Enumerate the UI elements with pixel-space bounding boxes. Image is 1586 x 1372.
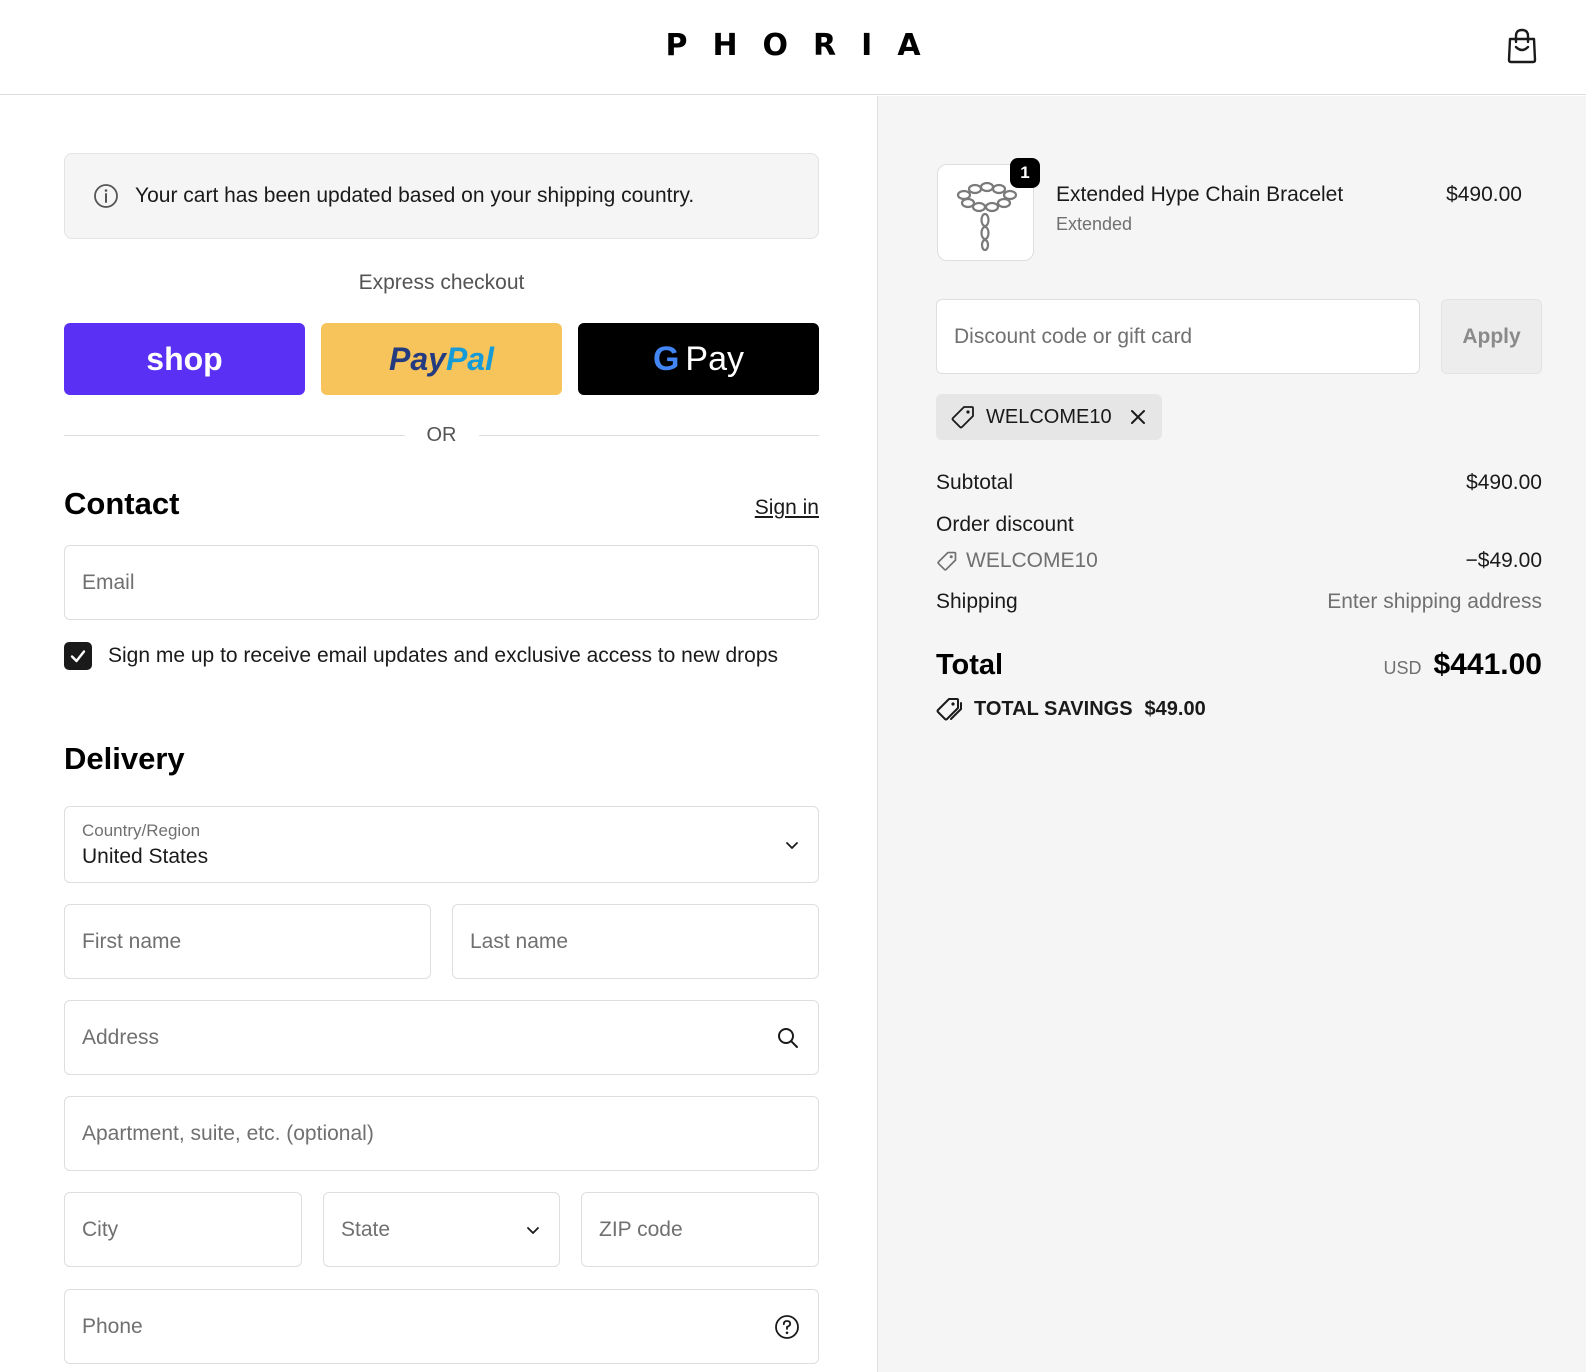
first-name-placeholder: First name	[82, 929, 182, 953]
delivery-title: Delivery	[64, 741, 185, 776]
shopping-bag-icon	[1507, 28, 1537, 64]
order-discount-row: Order discount	[936, 513, 1542, 537]
newsletter-checkbox[interactable]	[64, 642, 92, 670]
header: PHORIA	[0, 0, 1586, 95]
google-pay-button[interactable]: G Pay	[578, 323, 819, 395]
shipping-value: Enter shipping address	[1327, 590, 1542, 613]
cart-button[interactable]	[1505, 28, 1539, 64]
checkmark-icon	[70, 650, 86, 663]
discount-code-input[interactable]: Discount code or gift card	[936, 299, 1420, 374]
address-field[interactable]: Address	[64, 1000, 819, 1075]
state-placeholder: State	[341, 1217, 391, 1241]
store-logo[interactable]: PHORIA	[0, 28, 1586, 63]
help-icon[interactable]	[774, 1314, 800, 1340]
shop-pay-label: shop	[146, 340, 223, 377]
city-placeholder: City	[82, 1217, 119, 1241]
zip-placeholder: ZIP code	[599, 1217, 683, 1241]
or-divider: OR	[64, 420, 819, 450]
savings-label: TOTAL SAVINGS	[974, 697, 1133, 720]
first-name-field[interactable]: First name	[64, 904, 431, 979]
city-field[interactable]: City	[64, 1192, 302, 1267]
shop-pay-button[interactable]: shop	[64, 323, 305, 395]
email-placeholder: Email	[82, 570, 135, 594]
close-icon[interactable]	[1128, 407, 1148, 427]
phone-field[interactable]: Phone	[64, 1289, 819, 1364]
country-label: Country/Region	[82, 821, 201, 840]
paypal-button[interactable]: Pay Pal	[321, 323, 562, 395]
tag-icon	[937, 551, 957, 571]
phone-placeholder: Phone	[82, 1314, 143, 1338]
cart-updated-notice: Your cart has been updated based on your…	[64, 153, 819, 239]
checkout-form: Your cart has been updated based on your…	[0, 96, 877, 1372]
last-name-placeholder: Last name	[470, 929, 569, 953]
discount-code-detail: WELCOME10	[936, 549, 1098, 573]
total-row: Total USD $441.00	[936, 648, 1542, 682]
divider-line	[478, 434, 819, 436]
info-icon	[94, 184, 118, 208]
discount-code-label: WELCOME10	[966, 549, 1098, 572]
shipping-row: Shipping Enter shipping address	[936, 590, 1542, 614]
savings-value: $49.00	[1144, 697, 1206, 720]
product-variant: Extended	[1056, 214, 1133, 234]
last-name-field[interactable]: Last name	[452, 904, 819, 979]
paypal-label-part2: Pal	[445, 340, 494, 377]
google-pay-label: Pay	[685, 339, 745, 378]
newsletter-label: Sign me up to receive email updates and …	[108, 644, 779, 667]
subtotal-row: Subtotal $490.00	[936, 471, 1542, 495]
contact-title: Contact	[64, 486, 180, 521]
apply-button[interactable]: Apply	[1441, 299, 1542, 374]
or-label: OR	[426, 423, 457, 446]
applied-discount-chip: WELCOME10	[936, 394, 1162, 440]
apartment-placeholder: Apartment, suite, etc. (optional)	[82, 1121, 374, 1145]
divider-line	[64, 434, 405, 436]
address-placeholder: Address	[82, 1025, 160, 1049]
country-value: United States	[82, 845, 209, 868]
currency-label: USD	[1383, 658, 1422, 678]
notice-text: Your cart has been updated based on your…	[135, 184, 695, 207]
newsletter-option: Sign me up to receive email updates and …	[64, 642, 778, 670]
total-savings: TOTAL SAVINGS $49.00	[936, 696, 1206, 722]
country-select[interactable]: Country/Region United States	[64, 806, 819, 883]
order-discount-label: Order discount	[936, 513, 1074, 536]
state-select[interactable]: State	[323, 1192, 560, 1267]
discount-code-row: WELCOME10 −$49.00	[936, 549, 1542, 573]
shipping-label: Shipping	[936, 590, 1018, 613]
google-g-icon: G	[652, 339, 680, 378]
express-checkout-label: Express checkout	[358, 271, 525, 294]
order-summary: 1 Extended Hype Chain Bracelet Extended …	[877, 96, 1586, 1372]
total-value: $441.00	[1433, 648, 1542, 681]
chevron-down-icon	[786, 841, 798, 849]
chevron-down-icon	[527, 1226, 539, 1234]
quantity-badge: 1	[1010, 158, 1040, 188]
discount-placeholder: Discount code or gift card	[954, 324, 1193, 348]
apartment-field[interactable]: Apartment, suite, etc. (optional)	[64, 1096, 819, 1171]
email-field[interactable]: Email	[64, 545, 819, 620]
product-price: $490.00	[1446, 183, 1522, 206]
discount-value: −$49.00	[1465, 549, 1543, 572]
paypal-label-part1: Pay	[389, 340, 446, 377]
total-label: Total	[936, 649, 1004, 681]
subtotal-label: Subtotal	[936, 471, 1014, 494]
product-name: Extended Hype Chain Bracelet	[1056, 183, 1344, 206]
search-icon	[778, 1027, 798, 1048]
tag-icon	[951, 406, 974, 429]
zip-field[interactable]: ZIP code	[581, 1192, 819, 1267]
applied-code-label: WELCOME10	[986, 405, 1112, 428]
subtotal-value: $490.00	[1466, 471, 1542, 494]
sign-in-link[interactable]: Sign in	[755, 496, 819, 520]
tags-icon	[936, 698, 962, 721]
